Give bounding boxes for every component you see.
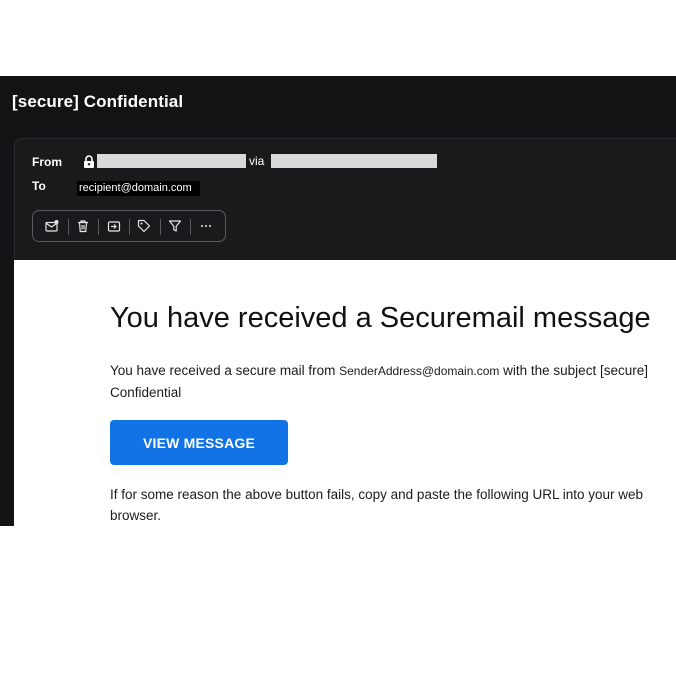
more-options-button[interactable] [190, 211, 221, 241]
intro-paragraph: You have received a secure mail from Sen… [110, 360, 676, 403]
more-options-icon [200, 225, 211, 227]
intro-text-start: You have received a secure mail from [110, 363, 340, 378]
filter-button[interactable] [159, 211, 191, 241]
sender-name-redacted [97, 154, 246, 168]
label-button[interactable] [129, 211, 160, 241]
message-toolbar [32, 210, 226, 242]
lock-icon [84, 155, 94, 168]
email-subject: [secure] Confidential [12, 92, 184, 111]
email-header: From via To recipient@domain.com [14, 138, 676, 262]
via-label: via [249, 154, 265, 168]
mark-unread-button[interactable] [37, 211, 68, 241]
view-message-button[interactable]: VIEW MESSAGE [110, 420, 288, 465]
sender-domain-redacted [271, 154, 437, 168]
fallback-paragraph: If for some reason the above button fail… [110, 487, 644, 523]
sender-address: SenderAddress@domain.com [339, 364, 500, 378]
trash-icon [78, 220, 88, 233]
message-heading: You have received a Securemail message [110, 302, 651, 334]
mark-unread-icon [45, 220, 59, 232]
filter-icon [168, 220, 182, 232]
to-label: To [32, 179, 46, 193]
move-to-folder-icon [107, 221, 120, 232]
email-window: [secure] Confidential From via To recipi… [0, 76, 676, 526]
recipient-address[interactable]: recipient@domain.com [77, 181, 200, 196]
move-button[interactable] [98, 211, 129, 241]
delete-button[interactable] [67, 211, 99, 241]
email-body: You have received a Securemail message Y… [14, 260, 676, 526]
from-label: From [32, 155, 62, 169]
tag-icon [138, 219, 151, 233]
